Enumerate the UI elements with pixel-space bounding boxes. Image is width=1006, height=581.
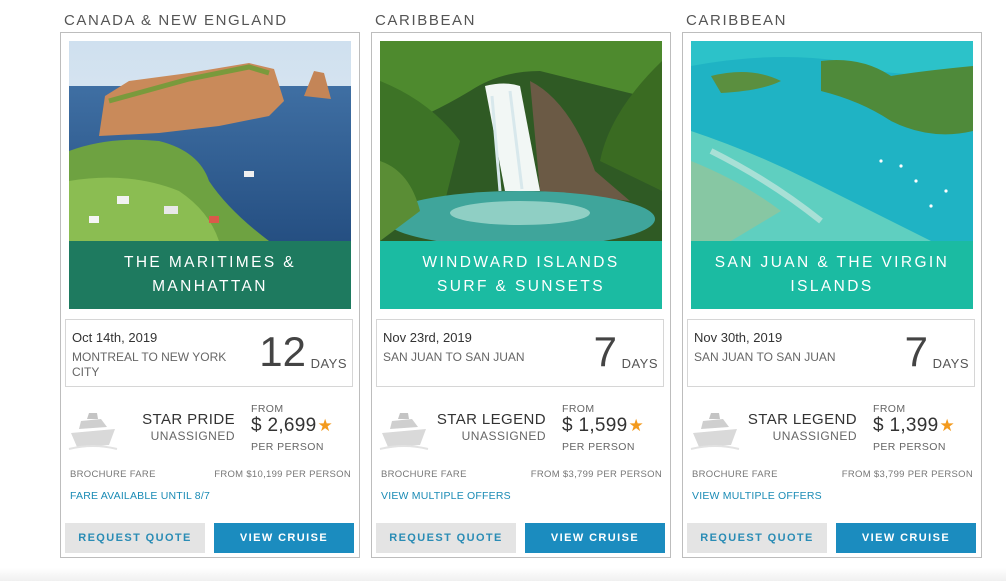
cruise-card: CARIBBEAN SAN JUAN & THE VIRGIN ISLANDS … <box>682 0 982 560</box>
departure-date: Oct 14th, 2019 <box>72 330 158 345</box>
card-body: THE MARITIMES & MANHATTAN Oct 14th, 2019… <box>60 32 360 558</box>
ship-icon <box>67 405 119 453</box>
view-multiple-offers-link[interactable]: VIEW MULTIPLE OFFERS <box>381 490 511 502</box>
departure-date: Nov 23rd, 2019 <box>383 330 472 345</box>
region-label: CARIBBEAN <box>686 12 788 29</box>
cruise-title[interactable]: WINDWARD ISLANDS SURF & SUNSETS <box>380 241 662 309</box>
cruise-title[interactable]: THE MARITIMES & MANHATTAN <box>69 241 351 309</box>
per-person-label: PER PERSON <box>873 441 946 453</box>
star-icon: ★ <box>317 416 334 435</box>
ship-icon <box>378 405 430 453</box>
star-icon: ★ <box>628 416 645 435</box>
brochure-fare-label: BROCHURE FARE <box>70 469 156 480</box>
coastal-cliff-image[interactable] <box>69 41 351 241</box>
price-value: $ 1,399 <box>873 415 939 436</box>
from-label: FROM <box>251 403 284 415</box>
days-count: 7 <box>904 328 928 375</box>
days-label: DAYS <box>932 356 969 371</box>
waterfall-image[interactable] <box>380 41 662 241</box>
brochure-fare-value: FROM $3,799 PER PERSON <box>841 469 973 480</box>
ship-name: STAR LEGEND <box>747 411 857 428</box>
itinerary-box: Nov 30th, 2019 SAN JUAN TO SAN JUAN 7 DA… <box>687 319 975 387</box>
from-label: FROM <box>873 403 906 415</box>
brochure-fare-value: FROM $3,799 PER PERSON <box>530 469 662 480</box>
days-count: 12 <box>259 328 306 375</box>
card-body: SAN JUAN & THE VIRGIN ISLANDS Nov 30th, … <box>682 32 982 558</box>
route: MONTREAL TO NEW YORK CITY <box>72 350 227 379</box>
price-value: $ 2,699 <box>251 415 317 436</box>
days-label: DAYS <box>310 356 347 371</box>
view-cruise-button[interactable]: VIEW CRUISE <box>525 523 665 553</box>
ship-name: STAR LEGEND <box>436 411 546 428</box>
request-quote-button[interactable]: REQUEST QUOTE <box>687 523 827 553</box>
brochure-fare-value: FROM $10,199 PER PERSON <box>214 469 351 480</box>
itinerary-box: Nov 23rd, 2019 SAN JUAN TO SAN JUAN 7 DA… <box>376 319 664 387</box>
stateroom-status: UNASSIGNED <box>772 429 857 443</box>
brochure-fare-label: BROCHURE FARE <box>692 469 778 480</box>
cruise-card: CANADA & NEW ENGLAND THE MARITIMES & MAN… <box>60 0 360 560</box>
per-person-label: PER PERSON <box>251 441 324 453</box>
star-icon: ★ <box>939 416 956 435</box>
card-body: WINDWARD ISLANDS SURF & SUNSETS Nov 23rd… <box>371 32 671 558</box>
island-lagoon-image[interactable] <box>691 41 973 241</box>
view-cruise-button[interactable]: VIEW CRUISE <box>836 523 976 553</box>
cruise-title[interactable]: SAN JUAN & THE VIRGIN ISLANDS <box>691 241 973 309</box>
fare-availability-link[interactable]: FARE AVAILABLE UNTIL 8/7 <box>70 490 210 502</box>
cruise-card: CARIBBEAN WINDWARD ISLANDS SURF & SUNSET… <box>371 0 671 560</box>
stateroom-status: UNASSIGNED <box>461 429 546 443</box>
from-label: FROM <box>562 403 595 415</box>
view-multiple-offers-link[interactable]: VIEW MULTIPLE OFFERS <box>692 490 822 502</box>
price: $ 2,699★ <box>251 415 333 437</box>
days-label: DAYS <box>621 356 658 371</box>
request-quote-button[interactable]: REQUEST QUOTE <box>65 523 205 553</box>
stateroom-status: UNASSIGNED <box>150 429 235 443</box>
ship-icon <box>689 405 741 453</box>
request-quote-button[interactable]: REQUEST QUOTE <box>376 523 516 553</box>
price: $ 1,399★ <box>873 415 955 437</box>
per-person-label: PER PERSON <box>562 441 635 453</box>
days-count: 7 <box>593 328 617 375</box>
price: $ 1,599★ <box>562 415 644 437</box>
price-value: $ 1,599 <box>562 415 628 436</box>
page-bottom-edge <box>0 568 1006 581</box>
ship-name: STAR PRIDE <box>142 411 235 428</box>
brochure-fare-label: BROCHURE FARE <box>381 469 467 480</box>
route: SAN JUAN TO SAN JUAN <box>383 350 525 364</box>
view-cruise-button[interactable]: VIEW CRUISE <box>214 523 354 553</box>
itinerary-box: Oct 14th, 2019 MONTREAL TO NEW YORK CITY… <box>65 319 353 387</box>
route: SAN JUAN TO SAN JUAN <box>694 350 836 364</box>
departure-date: Nov 30th, 2019 <box>694 330 783 345</box>
cruise-cards: CANADA & NEW ENGLAND THE MARITIMES & MAN… <box>0 0 1006 581</box>
region-label: CARIBBEAN <box>375 12 477 29</box>
region-label: CANADA & NEW ENGLAND <box>64 12 288 29</box>
